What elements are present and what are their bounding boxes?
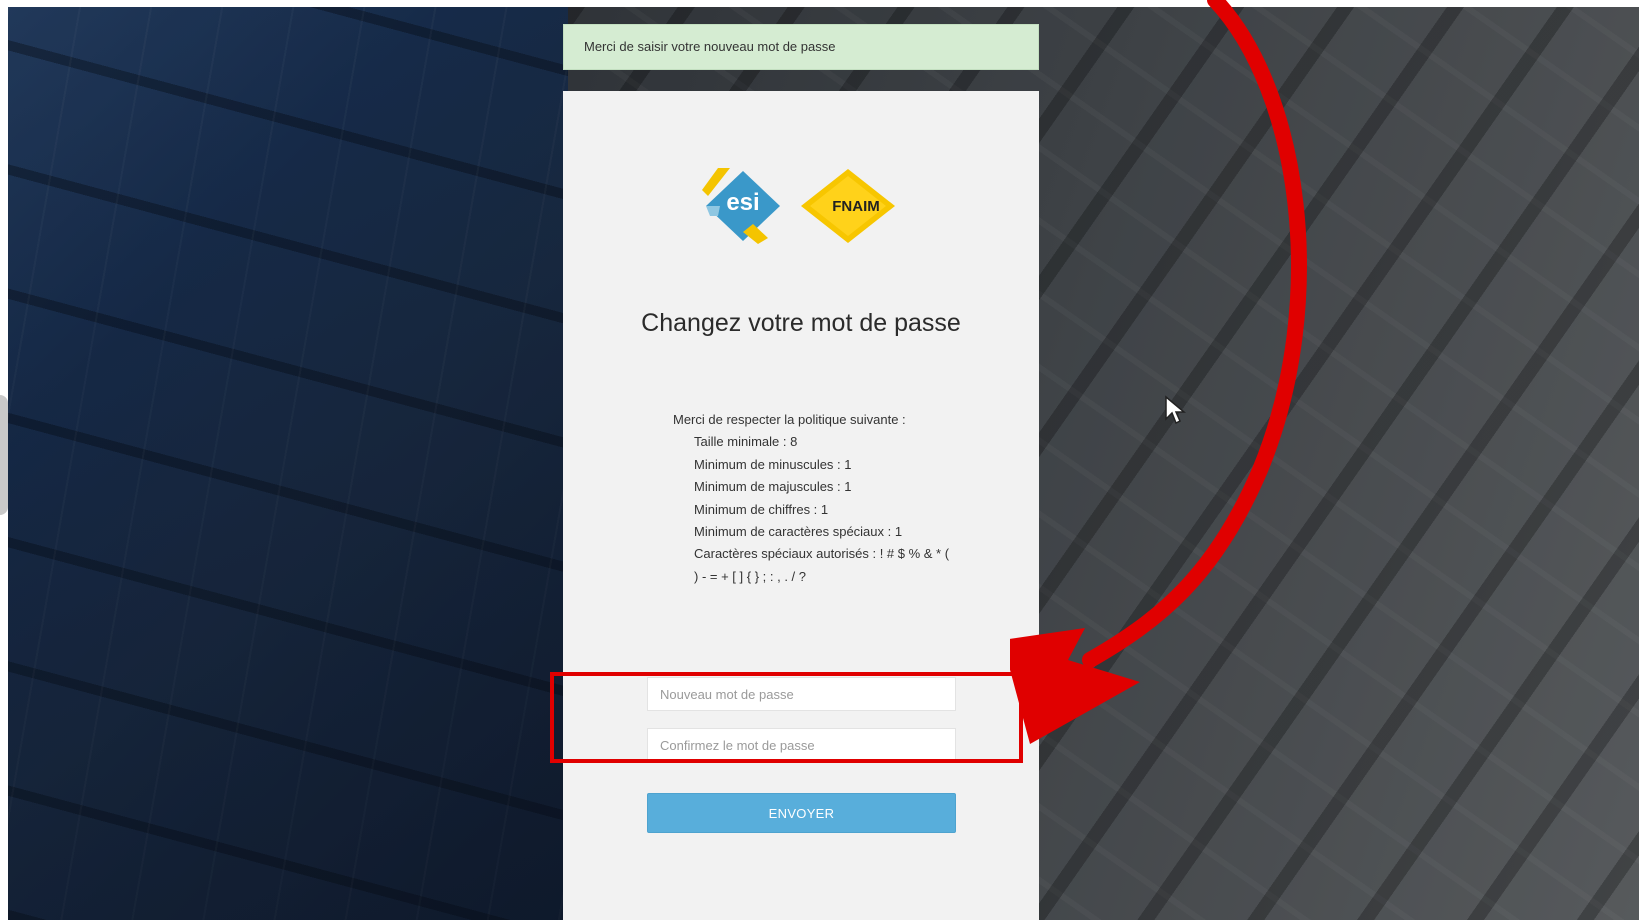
logos: esi FNAIM [698, 166, 918, 246]
password-card: esi FNAIM Changez votre mot de passe Mer… [563, 91, 1039, 920]
page-title: Changez votre mot de passe [641, 309, 961, 337]
password-policy: Merci de respecter la politique suivante… [673, 409, 953, 588]
policy-rule: Caractères spéciaux autorisés : ! # $ % … [694, 546, 950, 584]
info-alert: Merci de saisir votre nouveau mot de pas… [563, 24, 1039, 70]
new-password-input[interactable] [647, 677, 956, 711]
fnaim-logo-text: FNAIM [832, 198, 880, 215]
policy-rule: Minimum de minuscules : 1 [694, 456, 852, 472]
policy-rule: Taille minimale : 8 [694, 434, 798, 450]
policy-intro: Merci de respecter la politique suivante… [673, 412, 906, 427]
info-alert-text: Merci de saisir votre nouveau mot de pas… [584, 39, 836, 54]
esi-logo: esi [702, 168, 780, 244]
submit-button[interactable]: ENVOYER [647, 793, 956, 833]
policy-rule: Minimum de caractères spéciaux : 1 [694, 524, 903, 540]
confirm-password-input[interactable] [647, 728, 956, 762]
mouse-cursor-icon [1165, 395, 1186, 425]
policy-rule: Minimum de majuscules : 1 [694, 479, 852, 495]
esi-logo-text: esi [726, 189, 759, 216]
page: Merci de saisir votre nouveau mot de pas… [0, 0, 1639, 920]
fnaim-logo: FNAIM [801, 169, 895, 243]
left-edge-tab [0, 395, 8, 515]
policy-rule: Minimum de chiffres : 1 [694, 501, 829, 517]
policy-rules-list: Taille minimale : 8 Minimum de minuscule… [673, 431, 953, 588]
